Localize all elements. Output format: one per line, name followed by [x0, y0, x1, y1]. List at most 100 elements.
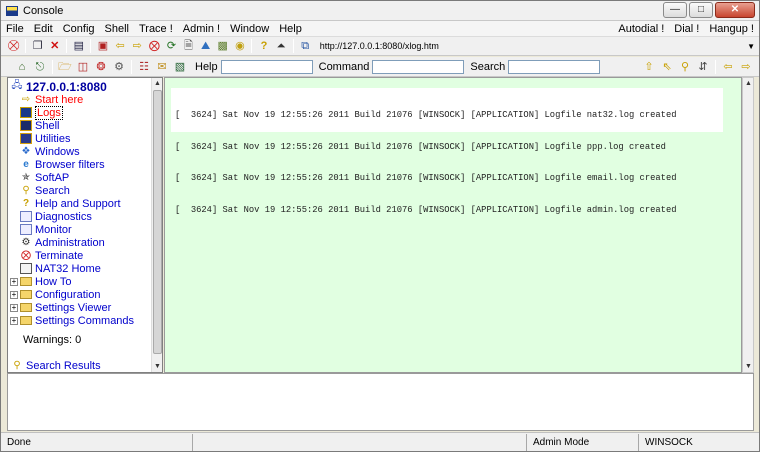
save-icon[interactable]: ◫: [76, 60, 90, 74]
minimize-button[interactable]: —: [663, 2, 687, 18]
menu-autodial[interactable]: Autodial !: [613, 23, 669, 35]
image-icon[interactable]: ▩: [216, 39, 229, 53]
admin-icon: ⚙: [21, 237, 31, 248]
tree-folder-settings-viewer[interactable]: + Settings Viewer: [10, 301, 111, 314]
settings-icon[interactable]: ⚙: [112, 60, 126, 74]
expand-icon[interactable]: +: [10, 290, 18, 299]
search-input[interactable]: [508, 59, 601, 74]
tree-scrollbar[interactable]: ▲ ▼: [151, 78, 162, 372]
network-icon: 🖧: [11, 80, 23, 91]
globe-icon[interactable]: ◉: [233, 39, 246, 53]
scroll-down-icon[interactable]: ▼: [152, 361, 162, 372]
tree-item-monitor[interactable]: Monitor: [20, 223, 72, 236]
back-arrow-icon[interactable]: ⇦: [114, 39, 127, 53]
tree-item-utilities[interactable]: Utilities: [20, 132, 70, 145]
help-label: Help: [195, 60, 218, 73]
copy-icon[interactable]: ❐: [31, 39, 44, 53]
book-icon[interactable]: ▣: [96, 39, 109, 53]
open-folder-icon[interactable]: 🗁: [58, 60, 72, 74]
command-label: Command: [318, 60, 370, 73]
shell-icon: [20, 120, 32, 131]
tree-folder-label: Configuration: [35, 288, 101, 301]
tree-root-label: 127.0.0.1:8080: [26, 79, 107, 94]
terminal-icon[interactable]: ▧: [173, 60, 187, 74]
tree-folder-how-to[interactable]: + How To: [10, 275, 71, 288]
magnifier-tool-icon[interactable]: ⚲: [678, 60, 692, 74]
menu-window[interactable]: Window: [225, 23, 274, 35]
top-left-arrow-icon[interactable]: ⇖: [660, 60, 674, 74]
menu-hangup[interactable]: Hangup !: [704, 23, 759, 35]
menu-dial[interactable]: Dial !: [669, 23, 704, 35]
scroll-up-icon[interactable]: ▲: [743, 78, 754, 89]
help-input[interactable]: [220, 59, 313, 74]
menu-config[interactable]: Config: [58, 23, 100, 35]
address-field[interactable]: http://127.0.0.1:8080/xlog.htm: [320, 39, 747, 54]
maximize-button[interactable]: □: [689, 2, 713, 18]
antenna-icon: ✯: [21, 172, 31, 183]
tree-item-windows[interactable]: ❖ Windows: [20, 145, 80, 158]
title-bar: Console — □ ✕: [1, 1, 759, 21]
menu-bar: File Edit Config Shell Trace ! Admin ! W…: [1, 21, 759, 37]
tree-folder-settings-commands[interactable]: + Settings Commands: [10, 314, 134, 327]
page-refresh-icon[interactable]: ⎋: [33, 60, 47, 74]
tree-item-logs[interactable]: Logs: [20, 105, 63, 120]
help-query-icon[interactable]: ?: [257, 39, 270, 53]
content-scrollbar[interactable]: ▲ ▼: [742, 77, 754, 373]
document-icon[interactable]: 🗎: [182, 39, 195, 53]
tree-item-administration[interactable]: ⚙ Administration: [20, 236, 105, 249]
menu-shell[interactable]: Shell: [100, 23, 134, 35]
address-url: http://127.0.0.1:8080/xlog.htm: [319, 41, 439, 51]
expand-icon[interactable]: +: [10, 277, 18, 286]
photo-icon[interactable]: ⛰: [199, 39, 212, 53]
delete-icon[interactable]: ✕: [48, 39, 61, 53]
page-icon: [20, 224, 32, 235]
sync-icon[interactable]: ⇵: [696, 60, 710, 74]
tree-item-browser-filters[interactable]: e Browser filters: [20, 158, 104, 171]
cancel-icon[interactable]: ⨂: [148, 39, 161, 53]
tree-item-diagnostics[interactable]: Diagnostics: [20, 210, 92, 223]
scroll-up-icon[interactable]: ▲: [152, 78, 162, 89]
forward-arrow-icon[interactable]: ⇨: [131, 39, 144, 53]
tree-root[interactable]: 🖧 127.0.0.1:8080: [11, 79, 107, 94]
home-icon[interactable]: ⌂: [15, 60, 29, 74]
calendar-icon[interactable]: ☷: [137, 60, 151, 74]
menu-admin[interactable]: Admin !: [178, 23, 225, 35]
nav-back-icon[interactable]: ⇦: [721, 60, 735, 74]
menu-edit[interactable]: Edit: [29, 23, 58, 35]
tree-item-label: Shell: [35, 119, 60, 132]
pointer-icon[interactable]: ⏶: [275, 39, 288, 53]
tree-item-label: Logs: [35, 105, 63, 120]
search-results-label: Search Results: [26, 359, 101, 372]
tree-item-terminate[interactable]: ⨂ Terminate: [20, 249, 83, 262]
lifebuoy-icon[interactable]: ❂: [94, 60, 108, 74]
expand-icon[interactable]: +: [10, 316, 18, 325]
address-dropdown-icon[interactable]: ▼: [747, 42, 755, 51]
chat-icon[interactable]: ✉: [155, 60, 169, 74]
expand-icon[interactable]: +: [10, 303, 18, 312]
tree-item-nat32-home[interactable]: NAT32 Home: [20, 262, 101, 275]
tree-item-shell[interactable]: Shell: [20, 119, 59, 132]
menu-trace[interactable]: Trace !: [134, 23, 178, 35]
toolbar-separator: [66, 39, 68, 53]
log-view: [ 3624] Sat Nov 19 12:55:26 2011 Build 2…: [164, 77, 742, 373]
command-input[interactable]: [372, 59, 465, 74]
output-pane[interactable]: [7, 373, 754, 431]
menu-file[interactable]: File: [1, 23, 29, 35]
tree-item-help-and-support[interactable]: ? Help and Support: [20, 197, 121, 210]
console-app-icon: [6, 5, 18, 16]
window-icon[interactable]: ▤: [72, 39, 85, 53]
tree-item-start-here[interactable]: ⇨ Start here: [20, 93, 84, 106]
close-button[interactable]: ✕: [715, 2, 755, 18]
refresh-icon[interactable]: ⟳: [165, 39, 178, 53]
up-arrow-icon[interactable]: ⇧: [642, 60, 656, 74]
nav-forward-icon[interactable]: ⇨: [739, 60, 753, 74]
scroll-down-icon[interactable]: ▼: [743, 361, 754, 372]
tree-item-softap[interactable]: ✯ SoftAP: [20, 171, 69, 184]
scroll-thumb[interactable]: [153, 90, 162, 354]
menu-help[interactable]: Help: [274, 23, 307, 35]
tree-folder-configuration[interactable]: + Configuration: [10, 288, 100, 301]
screens-icon[interactable]: ⧉: [299, 39, 312, 53]
search-results-link[interactable]: ⚲ Search Results: [11, 359, 101, 372]
tree-item-search[interactable]: ⚲ Search: [20, 184, 70, 197]
stop-icon[interactable]: ⛒: [7, 39, 20, 53]
